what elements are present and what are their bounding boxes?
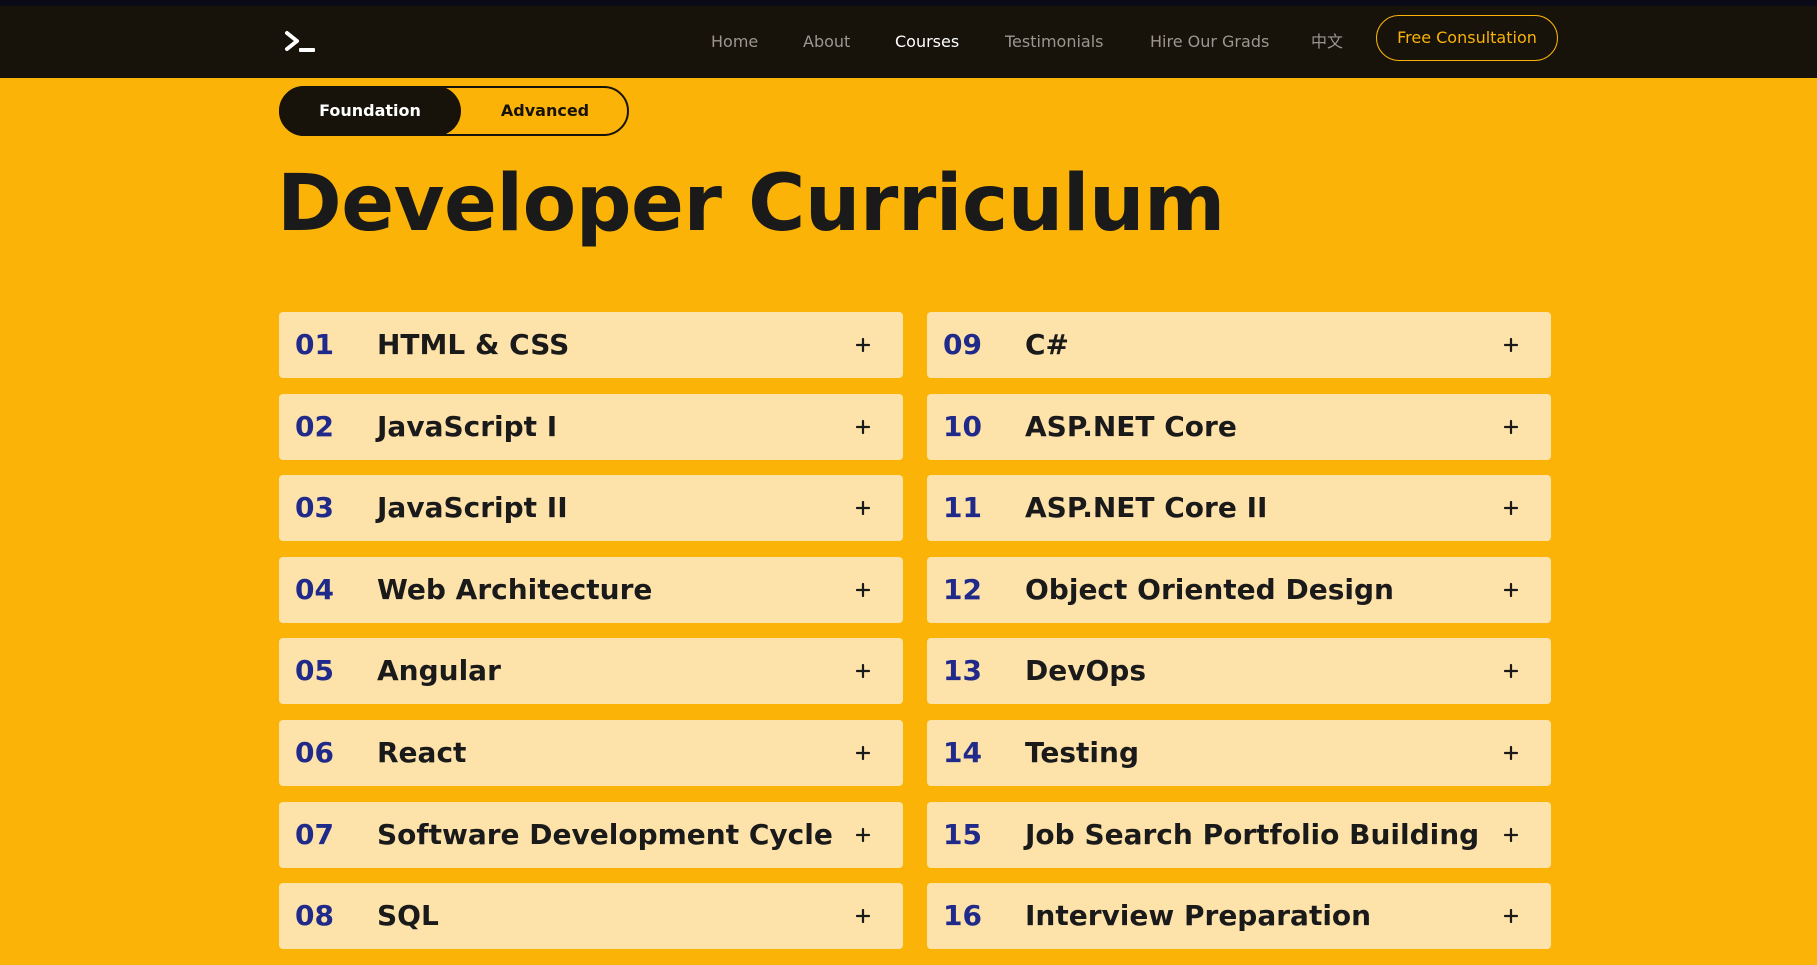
course-name: C# <box>1025 328 1070 361</box>
course-number: 12 <box>943 572 982 606</box>
course-name: DevOps <box>1025 654 1146 688</box>
course-number: 15 <box>943 817 982 851</box>
course-name: SQL <box>377 899 439 933</box>
course-item[interactable]: 16 Interview Preparation <box>927 883 1551 950</box>
nav-link-home[interactable]: Home <box>711 27 758 57</box>
plus-icon[interactable] <box>853 825 873 845</box>
plus-icon[interactable] <box>1501 661 1521 681</box>
course-item[interactable]: 12 Object Oriented Design <box>927 556 1551 623</box>
course-item[interactable]: 05 Angular <box>279 638 903 705</box>
course-name: ASP.NET Core II <box>1025 491 1268 525</box>
plus-icon[interactable] <box>1501 417 1521 437</box>
course-name: Angular <box>377 654 501 688</box>
course-number: 09 <box>943 328 982 361</box>
nav-link-language[interactable]: 中文 <box>1311 27 1343 57</box>
course-name: Interview Preparation <box>1025 899 1372 933</box>
course-number: 11 <box>943 491 982 525</box>
nav-link-testimonials[interactable]: Testimonials <box>1005 27 1104 57</box>
course-number: 01 <box>295 328 334 361</box>
plus-icon[interactable] <box>1501 580 1521 600</box>
course-item[interactable]: 10 ASP.NET Core <box>927 393 1551 460</box>
plus-icon[interactable] <box>853 335 873 355</box>
course-number: 05 <box>295 654 334 688</box>
plus-icon[interactable] <box>853 580 873 600</box>
course-number: 03 <box>295 491 334 525</box>
course-item[interactable]: 14 Testing <box>927 720 1551 786</box>
plus-icon[interactable] <box>1501 498 1521 518</box>
course-name: Software Development Cycle <box>377 817 833 851</box>
course-name: JavaScript I <box>377 409 558 443</box>
navbar: Home About Courses Testimonials Hire Our… <box>0 6 1817 78</box>
course-item[interactable]: 04 Web Architecture <box>279 556 903 623</box>
nav-link-about[interactable]: About <box>803 27 850 57</box>
nav-link-hire-our-grads[interactable]: Hire Our Grads <box>1150 27 1269 57</box>
course-item[interactable]: 03 JavaScript II <box>279 475 903 542</box>
toggle-advanced[interactable]: Advanced <box>461 86 629 136</box>
terminal-prompt-icon[interactable] <box>284 28 318 56</box>
toggle-foundation[interactable]: Foundation <box>279 86 461 136</box>
course-name: HTML & CSS <box>377 328 570 361</box>
course-item[interactable]: 01 HTML & CSS <box>279 312 903 378</box>
course-item[interactable]: 02 JavaScript I <box>279 393 903 460</box>
course-name: Testing <box>1025 736 1139 769</box>
course-number: 16 <box>943 899 982 933</box>
plus-icon[interactable] <box>853 498 873 518</box>
course-item[interactable]: 08 SQL <box>279 883 903 950</box>
course-number: 08 <box>295 899 334 933</box>
plus-icon[interactable] <box>853 417 873 437</box>
course-number: 14 <box>943 736 982 769</box>
course-item[interactable]: 15 Job Search Portfolio Building <box>927 801 1551 868</box>
course-number: 10 <box>943 409 982 443</box>
course-item[interactable]: 09 C# <box>927 312 1551 378</box>
page-title: Developer Curriculum <box>277 159 1225 249</box>
course-name: ASP.NET Core <box>1025 409 1237 443</box>
curriculum-level-toggle: Foundation Advanced <box>279 86 629 136</box>
course-number: 13 <box>943 654 982 688</box>
plus-icon[interactable] <box>853 661 873 681</box>
course-item[interactable]: 11 ASP.NET Core II <box>927 475 1551 542</box>
plus-icon[interactable] <box>1501 335 1521 355</box>
course-name: Web Architecture <box>377 572 653 606</box>
course-number: 02 <box>295 409 334 443</box>
course-name: JavaScript II <box>377 491 568 525</box>
course-number: 04 <box>295 572 334 606</box>
course-item[interactable]: 07 Software Development Cycle <box>279 801 903 868</box>
plus-icon[interactable] <box>1501 825 1521 845</box>
course-name: Job Search Portfolio Building <box>1025 817 1480 851</box>
course-item[interactable]: 06 React <box>279 720 903 786</box>
nav-link-courses[interactable]: Courses <box>895 27 959 57</box>
course-name: React <box>377 736 467 769</box>
course-item[interactable]: 13 DevOps <box>927 638 1551 705</box>
plus-icon[interactable] <box>853 743 873 763</box>
plus-icon[interactable] <box>1501 906 1521 926</box>
free-consultation-button[interactable]: Free Consultation <box>1376 15 1558 61</box>
course-number: 07 <box>295 817 334 851</box>
course-number: 06 <box>295 736 334 769</box>
plus-icon[interactable] <box>853 906 873 926</box>
plus-icon[interactable] <box>1501 743 1521 763</box>
course-name: Object Oriented Design <box>1025 572 1394 606</box>
